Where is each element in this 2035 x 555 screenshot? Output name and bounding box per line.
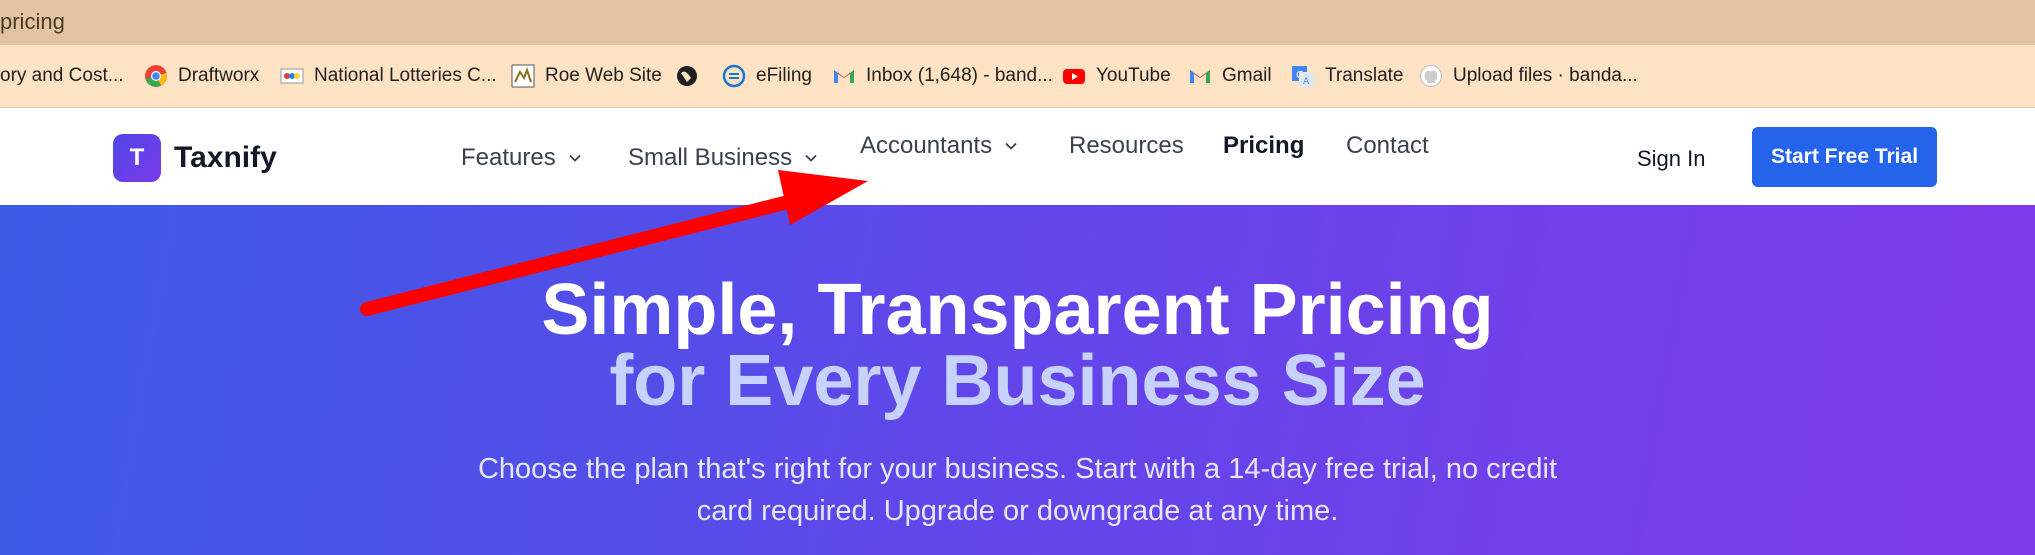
bookmark-item[interactable]: GA Translate [1291,45,1404,107]
bookmark-item[interactable]: Upload files · banda... [1419,45,1638,107]
bookmark-label: YouTube [1096,65,1171,86]
gmail-icon [832,64,856,88]
tab-title[interactable]: pricing [0,9,65,35]
bookmark-label: eFiling [756,65,812,86]
bookmark-label: National Lotteries C... [314,65,497,86]
bookmark-item[interactable]: National Lotteries C... [280,45,497,107]
nav-item-resources[interactable]: Resources [1069,132,1184,160]
bookmark-item[interactable]: Roe Web Site [511,45,662,107]
browser-title-bar: pricing [0,0,2035,45]
bookmark-item[interactable]: ory and Cost... [0,45,124,107]
bookmark-label: Draftworx [178,65,260,86]
nav-item-label: Pricing [1223,132,1305,159]
svg-text:A: A [1303,77,1310,87]
hero-subtitle-line2: card required. Upgrade or downgrade at a… [696,495,1339,527]
nav-item-small-business[interactable]: Small Business [628,144,818,172]
nav-item-label: Accountants [860,132,993,159]
efiling-icon [722,64,746,88]
bookmark-label: Gmail [1222,65,1272,86]
bookmark-item[interactable]: eFiling [722,45,812,107]
chevron-down-icon [1005,142,1017,150]
nav-item-accountants[interactable]: Accountants [860,132,1018,160]
roe-icon [511,64,535,88]
chevron-down-icon [805,154,817,162]
site-header: T Taxnify Features Small Business Accoun… [0,108,2035,205]
gmail-icon [1188,64,1212,88]
sign-in-link[interactable]: Sign In [1637,146,1706,172]
bookmark-item[interactable]: Draftworx [144,45,259,107]
bookmark-label: Translate [1325,65,1404,86]
bookmark-label: ory and Cost... [0,65,124,86]
github-icon [1419,64,1443,88]
globe-icon [675,64,699,88]
chevron-down-icon [569,154,581,162]
hero-subtitle-line1: Choose the plan that's right for your bu… [477,453,1558,485]
bookmark-item[interactable] [675,45,709,107]
nav-item-contact[interactable]: Contact [1346,132,1429,160]
brand-name[interactable]: Taxnify [174,141,277,175]
hero-title-line2: for Every Business Size [609,341,1426,421]
nav-item-label: Small Business [628,144,793,171]
youtube-icon [1062,64,1086,88]
bookmark-item[interactable]: Gmail [1188,45,1272,107]
bookmark-label: Inbox (1,648) - band... [866,65,1053,86]
bookmarks-bar: ory and Cost... Draftworx National Lotte… [0,45,2035,109]
nav-item-features[interactable]: Features [461,144,582,172]
bookmark-item[interactable]: YouTube [1062,45,1171,107]
lottery-icon [280,64,304,88]
nav-item-label: Features [461,144,556,171]
bookmark-item[interactable]: Inbox (1,648) - band... [832,45,1053,107]
start-free-trial-button[interactable]: Start Free Trial [1752,127,1937,187]
bookmark-label: Roe Web Site [545,65,662,86]
logo-mark[interactable]: T [113,134,161,182]
translate-icon: GA [1291,64,1315,88]
hero-section: Simple, Transparent Pricing for Every Bu… [0,205,2035,555]
hero-title-line1: Simple, Transparent Pricing [541,270,1494,350]
nav-item-label: Resources [1069,132,1184,159]
bookmark-label: Upload files · banda... [1453,65,1638,86]
chrome-icon [144,64,168,88]
nav-item-pricing[interactable]: Pricing [1223,132,1304,160]
nav-item-label: Contact [1346,132,1429,159]
